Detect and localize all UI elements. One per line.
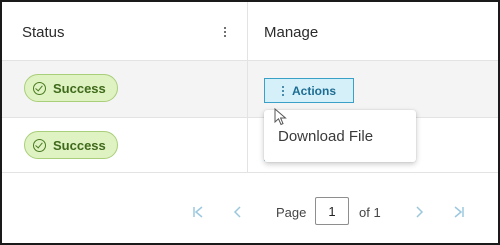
table-row: Success Actions [2,61,498,118]
column-divider [247,2,248,172]
check-circle-icon [33,138,46,152]
check-circle-icon [33,81,46,95]
kebab-icon [281,85,284,96]
cursor-icon [274,108,287,126]
prev-page-icon[interactable] [231,205,245,219]
window-frame: Status Manage Success Actions Success Do… [0,0,500,245]
next-page-icon[interactable] [412,205,426,219]
table-header: Status Manage [2,2,498,61]
header-status[interactable]: Status [22,24,65,41]
actions-label: Actions [291,83,336,98]
kebab-icon[interactable] [221,24,229,40]
first-page-icon[interactable] [192,205,206,219]
table-row: Success [2,118,498,173]
page-number-input[interactable] [315,197,349,225]
status-label: Success [53,137,106,153]
status-badge: Success [24,131,118,159]
status-label: Success [53,80,106,96]
pagination: Page of 1 [2,173,498,243]
status-badge: Success [24,74,118,102]
actions-button[interactable]: Actions [264,78,354,103]
menu-item-download-file[interactable]: Download File [278,128,373,145]
page-label: Page [276,205,307,220]
last-page-icon[interactable] [451,205,465,219]
header-manage[interactable]: Manage [264,24,318,41]
page-count-label: of 1 [359,205,381,220]
